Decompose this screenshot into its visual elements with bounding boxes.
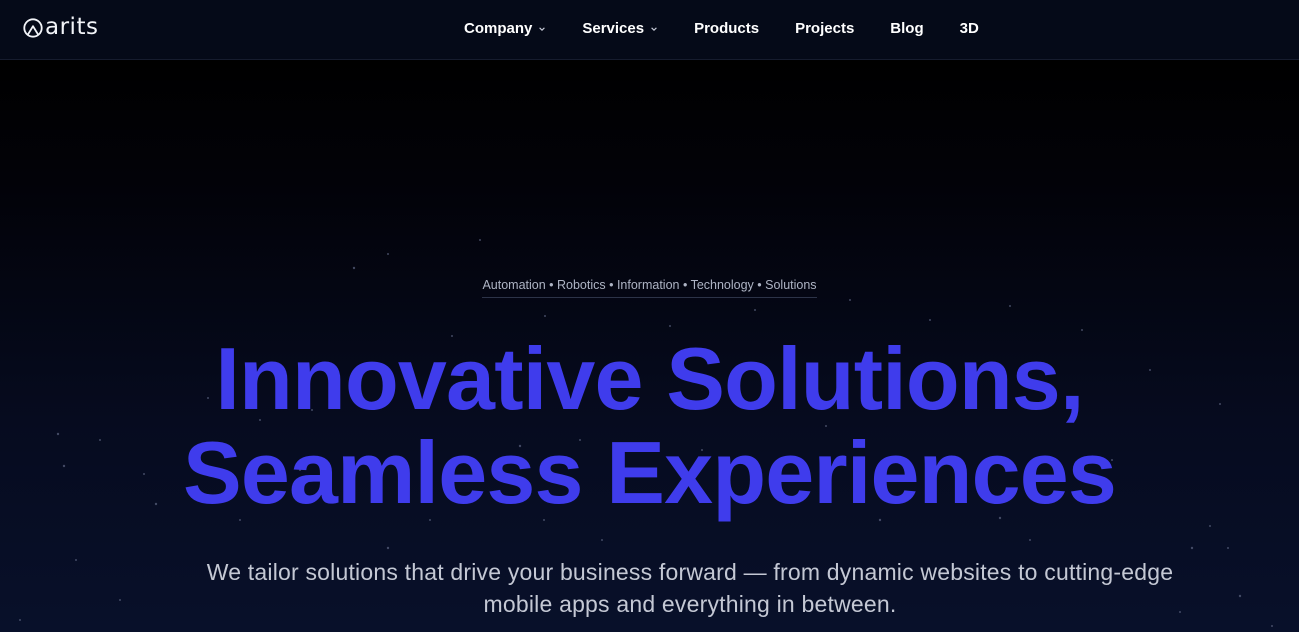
nav-item-3d[interactable]: 3D — [960, 20, 979, 37]
arits-logo-icon — [23, 18, 43, 38]
headline-line-1: Innovative Solutions, — [215, 329, 1084, 428]
nav-label: Products — [694, 19, 760, 37]
hero-tagline: Automation • Robotics • Information • Te… — [482, 278, 817, 298]
nav-label: 3D — [959, 19, 979, 37]
nav-item-services[interactable]: Services — [582, 20, 658, 37]
page: arits Company Services Products Projects — [0, 0, 1299, 632]
nav-item-blog[interactable]: Blog — [890, 20, 923, 37]
headline-line-2: Seamless Experiences — [182, 423, 1117, 522]
nav-item-products[interactable]: Products — [694, 20, 759, 37]
chevron-down-icon — [539, 27, 546, 31]
nav-item-company[interactable]: Company — [464, 20, 546, 37]
starfield-background — [19, 239, 1273, 627]
logo-text: arits — [45, 14, 99, 40]
nav-label: Blog — [890, 19, 924, 37]
nav-item-projects[interactable]: Projects — [795, 20, 854, 37]
site-header: arits Company Services Products Projects — [0, 0, 1299, 60]
main-nav: Company Services Products Projects Blog — [464, 0, 1015, 56]
hero-subtext: We tailor solutions that drive your busi… — [206, 559, 1174, 617]
nav-label: Services — [582, 19, 645, 37]
hero-headline: Innovative Solutions, Seamless Experienc… — [0, 332, 1299, 520]
hero-tagline-wrap: Automation • Robotics • Information • Te… — [0, 276, 1299, 298]
logo-link[interactable]: arits — [22, 12, 98, 42]
nav-label: Company — [464, 19, 533, 37]
nav-label: Projects — [795, 19, 855, 37]
chevron-down-icon — [651, 27, 657, 31]
